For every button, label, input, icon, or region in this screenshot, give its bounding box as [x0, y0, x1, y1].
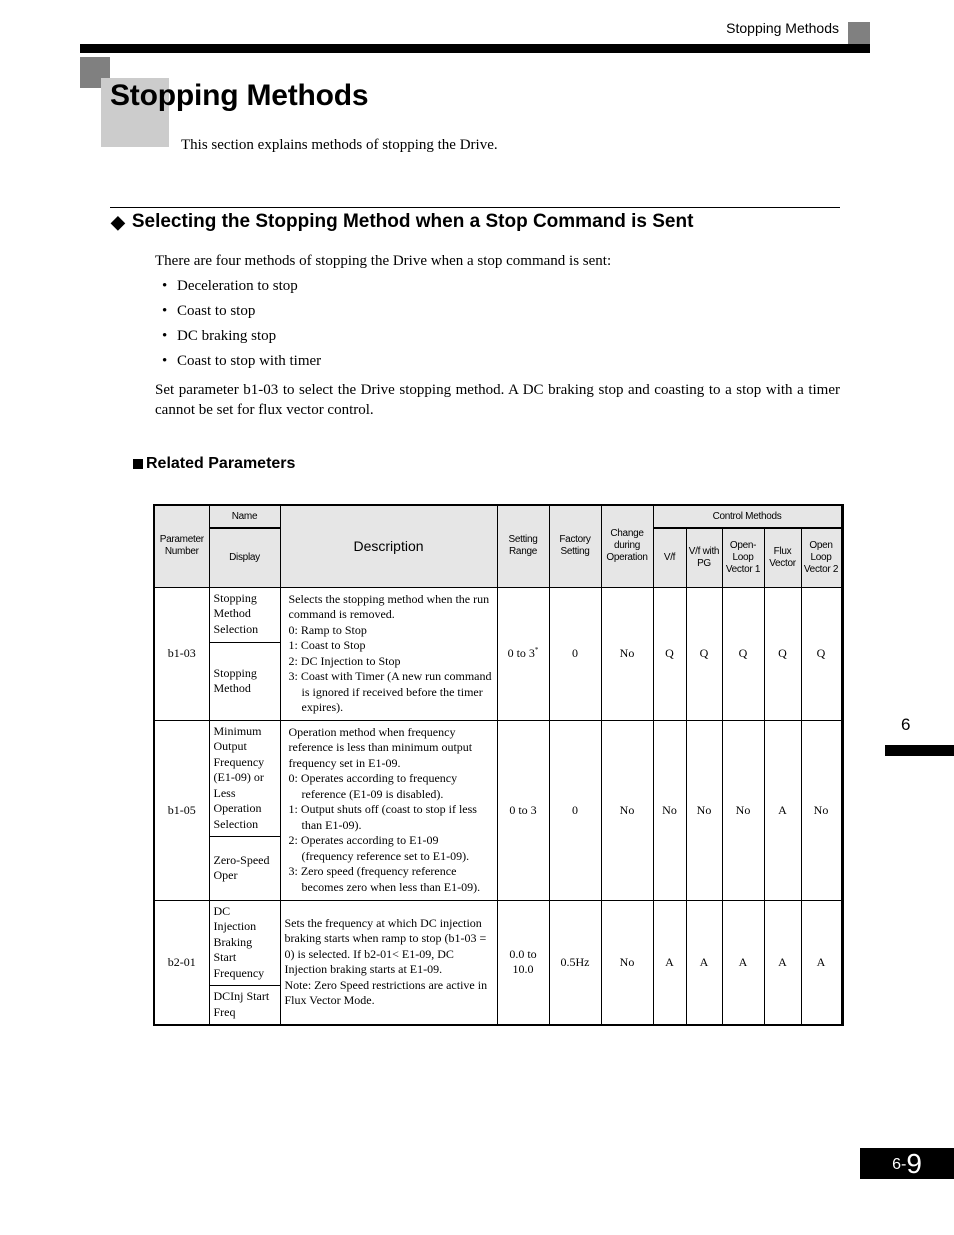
description-option: 0: Ramp to Stop: [288, 622, 367, 637]
factory-setting: 0: [548, 586, 602, 721]
header-display: Display: [208, 527, 281, 588]
description-option: 2: DC Injection to Stop: [288, 653, 401, 668]
param-name: Stopping Method Selection: [208, 586, 281, 643]
method-vf-pg: Q: [685, 586, 723, 721]
change-during-operation: No: [600, 719, 654, 901]
method-flux-vector: Q: [763, 586, 802, 721]
header-control-methods: Control Methods: [652, 504, 843, 529]
table-row: b1-05 Minimum Output Frequency (E1-09) o…: [153, 719, 843, 901]
description-option: 2: Operates according to E1-09 (frequenc…: [288, 833, 470, 863]
header-name: Name: [208, 504, 281, 529]
bullet-icon: •: [162, 353, 168, 369]
setting-range: 0 to 3*: [496, 586, 550, 721]
change-during-operation: No: [600, 586, 654, 721]
list-item-text: Coast to stop: [177, 303, 256, 319]
method-vf: No: [652, 719, 687, 901]
header-setting-range: Setting Range: [496, 504, 550, 588]
section-rule: [110, 207, 840, 208]
page-number-box: 6- 9: [860, 1148, 954, 1179]
param-description: Operation method when frequency referenc…: [279, 719, 498, 901]
description-line: Selects the stopping method when the run…: [288, 591, 490, 622]
description-line: Operation method when frequency referenc…: [288, 724, 473, 770]
list-item: • Coast to stop with timer: [162, 352, 321, 377]
square-bullet-icon: [133, 459, 143, 469]
intro-text: This section explains methods of stoppin…: [181, 137, 498, 153]
page-number-prefix: 6-: [892, 1156, 907, 1173]
param-display: DCInj Start Freq: [208, 984, 281, 1026]
list-item: • DC braking stop: [162, 327, 321, 352]
page-number: 9: [906, 1148, 922, 1179]
description-option: 3: Zero speed (frequency reference becom…: [288, 864, 481, 894]
method-olv1: No: [721, 719, 765, 901]
method-flux-vector: A: [763, 719, 802, 901]
list-item-text: Deceleration to stop: [177, 278, 298, 294]
chapter-tab-bar: [885, 745, 954, 756]
method-olv1: Q: [721, 586, 765, 721]
section-heading: ◆ Selecting the Stopping Method when a S…: [111, 211, 693, 233]
header-change-during-operation: Change during Operation: [600, 504, 654, 588]
header-vf-pg: V/f with PG: [685, 527, 723, 588]
stop-methods-list: • Deceleration to stop • Coast to stop • DC…: [162, 277, 321, 377]
header-open-loop-vector-2: Open Loop Vector 2: [800, 527, 843, 588]
description-option: 3: Coast with Timer (A new run command i…: [288, 669, 492, 714]
param-display: Zero-Speed Oper: [208, 835, 281, 901]
method-vf: A: [652, 899, 687, 1026]
header-description: Description: [279, 504, 498, 588]
bullet-icon: •: [162, 328, 168, 344]
stop-method-note: Set parameter b1-03 to select the Drive …: [155, 382, 840, 418]
description-option: 1: Coast to Stop: [288, 638, 366, 652]
method-vf: Q: [652, 586, 687, 721]
section-heading-text: Selecting the Stopping Method when a Sto…: [131, 211, 694, 232]
chapter-number: 6: [901, 715, 911, 734]
factory-setting: 0: [548, 719, 602, 901]
running-header-title: Stopping Methods: [726, 20, 839, 36]
header-flux-vector: Flux Vector: [763, 527, 802, 588]
related-parameters-heading-text: Related Parameters: [146, 455, 296, 472]
footnote-marker: *: [534, 646, 539, 654]
method-olv2: A: [800, 899, 843, 1026]
description-option: 1: Output shuts off (coast to stop if le…: [288, 802, 477, 832]
setting-range: 0 to 3: [496, 719, 550, 901]
param-number: b1-05: [153, 719, 210, 901]
description-option: 0: Operates according to frequency refer…: [288, 771, 458, 801]
header-factory-setting: Factory Setting: [548, 504, 602, 588]
header-rule: [80, 44, 870, 53]
factory-setting: 0.5Hz: [548, 899, 602, 1026]
related-parameters-heading: Related Parameters: [133, 455, 295, 473]
description-note: Note: Zero Speed restrictions are active…: [284, 977, 488, 1008]
stop-methods-intro: There are four methods of stopping the D…: [155, 253, 612, 269]
header-vf: V/f: [652, 527, 687, 588]
header-open-loop-vector-1: Open-Loop Vector 1: [721, 527, 765, 588]
list-item: • Coast to stop: [162, 302, 321, 327]
param-display: Stopping Method: [208, 641, 281, 721]
related-parameters-table: Parameter Number Name Description Settin…: [153, 504, 844, 1026]
method-flux-vector: A: [763, 899, 802, 1026]
method-olv1: A: [721, 899, 765, 1026]
param-number: b1-03: [153, 586, 210, 721]
param-description: Sets the frequency at which DC injection…: [279, 899, 498, 1026]
page-title: Stopping Methods: [110, 79, 369, 112]
diamond-bullet-icon: ◆: [111, 211, 125, 232]
table-row: b2-01 DC Injection Braking Start Frequen…: [153, 899, 843, 1026]
header-decor-square: [848, 22, 870, 44]
header-parameter-number: Parameter Number: [153, 504, 210, 588]
method-olv2: Q: [800, 586, 843, 721]
change-during-operation: No: [600, 899, 654, 1026]
table-row: b1-03 Stopping Method Selection Selects …: [153, 586, 843, 721]
list-item-text: DC braking stop: [177, 328, 277, 344]
param-name: Minimum Output Frequency (E1-09) or Less…: [208, 719, 281, 837]
bullet-icon: •: [162, 303, 168, 319]
setting-range-value: 0 to 3: [507, 646, 535, 660]
list-item-text: Coast to stop with timer: [177, 353, 322, 369]
param-number: b2-01: [153, 899, 210, 1026]
bullet-icon: •: [162, 278, 168, 294]
list-item: • Deceleration to stop: [162, 277, 321, 302]
setting-range: 0.0 to 10.0: [496, 899, 550, 1026]
method-vf-pg: No: [685, 719, 723, 901]
description-line: Sets the frequency at which DC injection…: [284, 915, 487, 977]
method-olv2: No: [800, 719, 843, 901]
param-name: DC Injection Braking Start Frequency: [208, 899, 281, 986]
param-description: Selects the stopping method when the run…: [279, 586, 498, 721]
method-vf-pg: A: [685, 899, 723, 1026]
